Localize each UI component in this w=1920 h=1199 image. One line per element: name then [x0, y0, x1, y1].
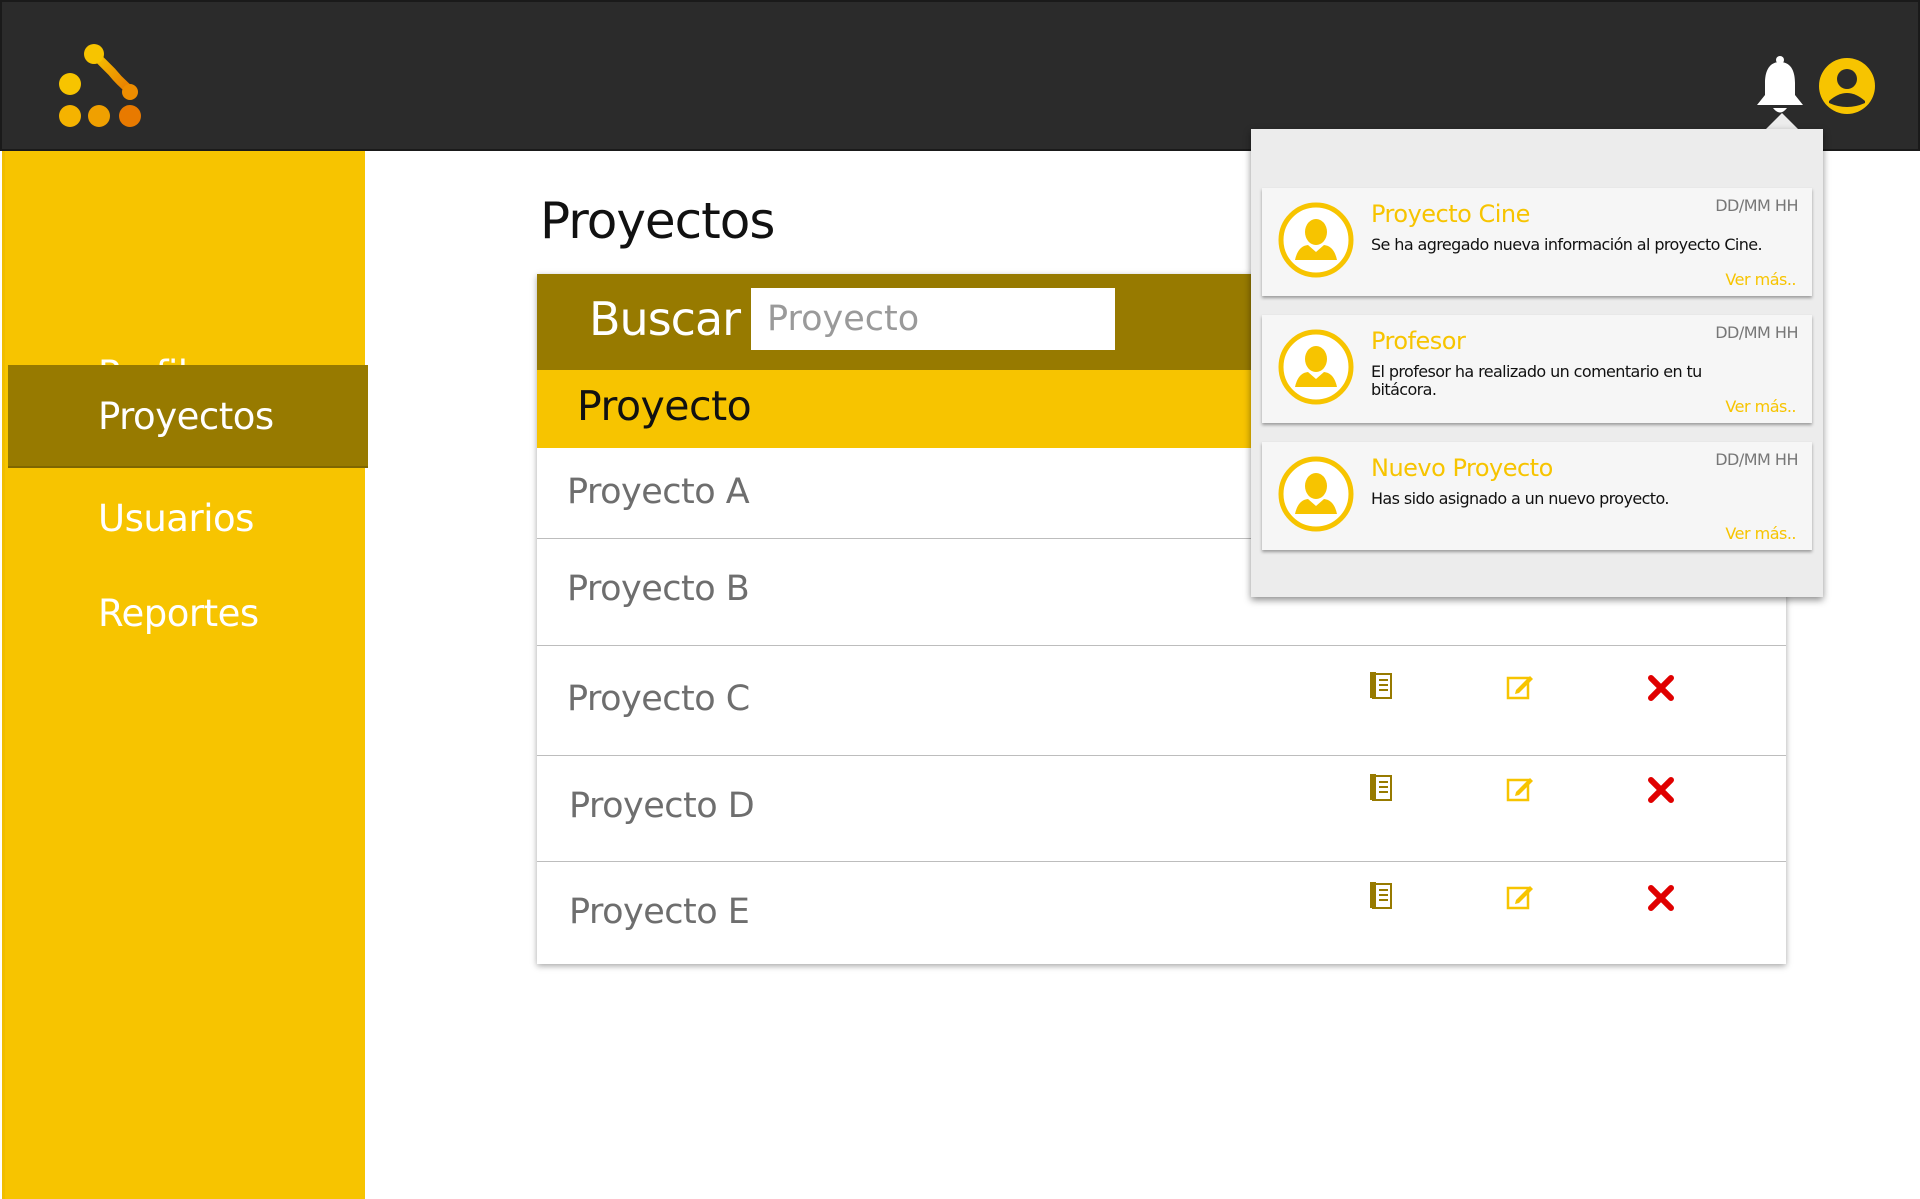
delete-icon[interactable] [1645, 672, 1677, 704]
user-circle-icon[interactable] [1818, 57, 1876, 115]
user-avatar-icon [1278, 202, 1354, 278]
row-name: Proyecto B [567, 569, 750, 609]
sidebar-item-proyectos[interactable]: Proyectos [8, 365, 368, 468]
notification-date: DD/MM HH [1715, 450, 1798, 469]
notification-title: Proyecto Cine [1371, 200, 1530, 228]
table-row[interactable]: Proyecto E [537, 862, 1786, 964]
edit-icon[interactable] [1504, 670, 1536, 702]
sidebar-item-reportes[interactable]: Reportes [8, 562, 368, 665]
notification-card[interactable]: Nuevo Proyecto DD/MM HH Has sido asignad… [1262, 442, 1812, 550]
row-name: Proyecto A [567, 472, 750, 512]
search-input[interactable] [751, 288, 1115, 350]
notification-date: DD/MM HH [1715, 323, 1798, 342]
table-row[interactable]: Proyecto D [537, 756, 1786, 862]
dots-network-logo[interactable] [54, 42, 144, 132]
notifications-dropdown: Proyecto Cine DD/MM HH Se ha agregado nu… [1251, 129, 1823, 597]
notification-card[interactable]: Profesor DD/MM HH El profesor ha realiza… [1262, 315, 1812, 423]
view-document-icon[interactable] [1367, 772, 1399, 804]
see-more-link[interactable]: Ver más.. [1725, 270, 1796, 289]
page-title: Proyectos [540, 192, 775, 250]
row-name: Proyecto D [569, 786, 755, 826]
row-name: Proyecto E [569, 892, 750, 932]
user-avatar-icon [1278, 329, 1354, 405]
sidebar: Perfil Proyectos Usuarios Reportes [2, 151, 368, 1199]
row-name: Proyecto C [567, 679, 750, 719]
notification-card[interactable]: Proyecto Cine DD/MM HH Se ha agregado nu… [1262, 188, 1812, 296]
notification-title: Profesor [1371, 327, 1466, 355]
sidebar-item-label: Proyectos [98, 395, 274, 438]
sidebar-item-label: Reportes [98, 592, 259, 635]
user-avatar-icon [1278, 456, 1354, 532]
search-label: Buscar [589, 292, 741, 346]
dropdown-caret [1766, 113, 1798, 129]
edit-icon[interactable] [1504, 880, 1536, 912]
notification-message: Has sido asignado a un nuevo proyecto. [1371, 489, 1669, 508]
table-row[interactable]: Proyecto C [537, 646, 1786, 756]
edit-icon[interactable] [1504, 772, 1536, 804]
notification-date: DD/MM HH [1715, 196, 1798, 215]
view-document-icon[interactable] [1367, 670, 1399, 702]
notification-message: El profesor ha realizado un comentario e… [1371, 362, 1702, 399]
bell-icon[interactable] [1754, 55, 1806, 115]
notification-message: Se ha agregado nueva información al proy… [1371, 235, 1763, 254]
delete-icon[interactable] [1645, 774, 1677, 806]
sidebar-item-label: Usuarios [98, 497, 254, 540]
sidebar-item-usuarios[interactable]: Usuarios [8, 467, 368, 570]
column-header-label: Proyecto [577, 382, 752, 430]
delete-icon[interactable] [1645, 882, 1677, 914]
notification-title: Nuevo Proyecto [1371, 454, 1553, 482]
view-document-icon[interactable] [1367, 880, 1399, 912]
see-more-link[interactable]: Ver más.. [1725, 397, 1796, 416]
see-more-link[interactable]: Ver más.. [1725, 524, 1796, 543]
app-page: Perfil Proyectos Usuarios Reportes Proye… [0, 0, 1920, 1199]
